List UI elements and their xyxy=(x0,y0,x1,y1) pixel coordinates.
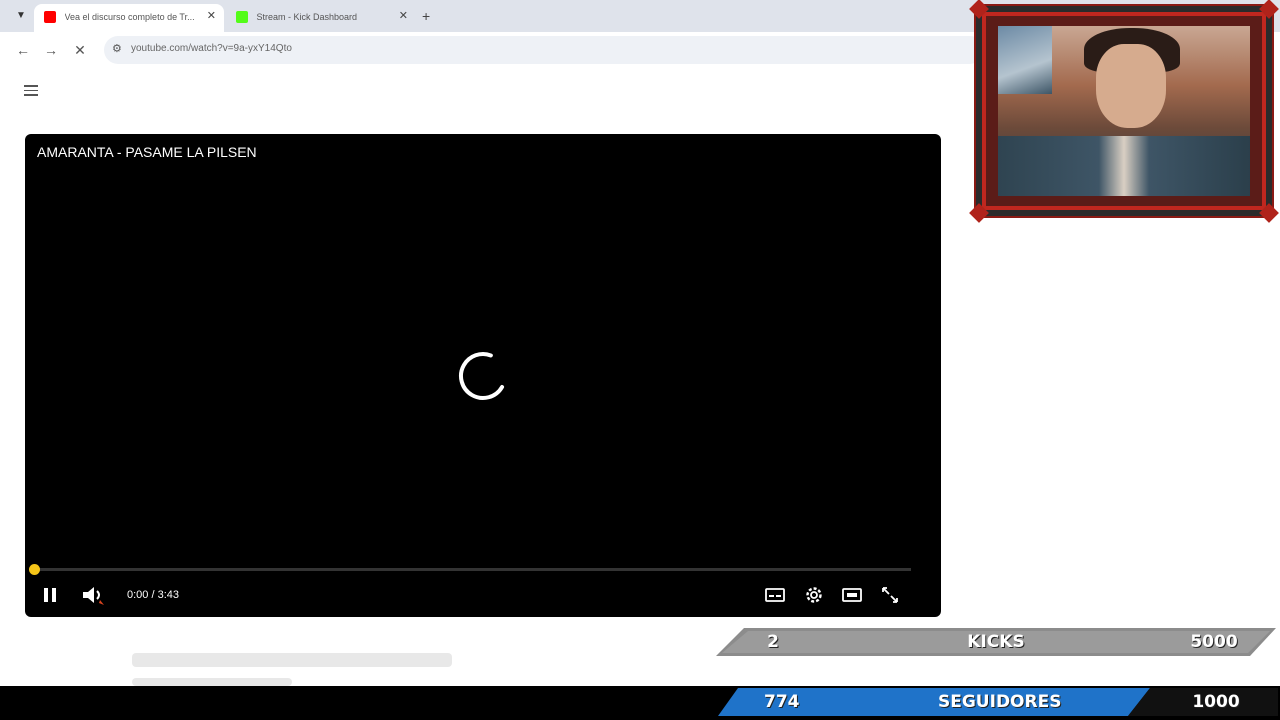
tab-search-chevron-icon[interactable]: ▼ xyxy=(8,6,34,26)
streamer-jacket xyxy=(998,136,1250,196)
fullscreen-icon[interactable] xyxy=(878,583,902,607)
followers-current: 774 xyxy=(764,692,800,712)
webcam-video xyxy=(998,26,1250,196)
time-display: 0:00 / 3:43 xyxy=(127,589,179,601)
progress-scrubber[interactable] xyxy=(29,564,40,575)
kicks-goal-bar: 2 KICKS 5000 xyxy=(716,628,1276,656)
site-settings-icon[interactable]: ⚙ xyxy=(112,42,122,55)
followers-label: SEGUIDORES xyxy=(938,692,1062,712)
streamer-face xyxy=(1096,44,1166,128)
hamburger-menu-icon[interactable] xyxy=(24,82,44,102)
stream-screen: ▼ Vea el discurso completo de Tr... ✕ St… xyxy=(0,0,1280,720)
youtube-favicon-icon xyxy=(44,10,56,23)
webcam-frame xyxy=(969,0,1279,223)
progress-bar[interactable] xyxy=(35,568,911,571)
kicks-target: 5000 xyxy=(1190,632,1238,652)
new-tab-button[interactable]: + xyxy=(422,6,430,26)
wall-poster xyxy=(998,26,1052,94)
kicks-label: KICKS xyxy=(967,632,1025,652)
frame-corner-ornament xyxy=(969,203,989,223)
address-bar[interactable]: ⚙ youtube.com/watch?v=9a-yxY14Qto xyxy=(104,36,984,64)
loading-placeholder xyxy=(132,678,292,686)
back-arrow-icon[interactable]: ← xyxy=(13,40,33,60)
tab-close-icon[interactable]: ✕ xyxy=(207,4,216,28)
tab-title: Stream - Kick Dashboard xyxy=(256,11,358,22)
kick-favicon-icon xyxy=(236,10,248,23)
tab-kick-dashboard[interactable]: Stream - Kick Dashboard ✕ xyxy=(226,4,416,32)
kicks-current: 2 xyxy=(767,632,779,652)
forward-arrow-icon[interactable]: → xyxy=(41,40,61,60)
subtitles-icon[interactable] xyxy=(763,583,787,607)
followers-target: 1000 xyxy=(1192,692,1240,712)
tab-title: Vea el discurso completo de Tr... xyxy=(64,11,195,22)
video-title: AMARANTA - PASAME LA PILSEN xyxy=(37,144,257,160)
settings-icon[interactable] xyxy=(802,583,826,607)
loading-spinner-icon xyxy=(459,352,507,400)
followers-goal-bar: 774 SEGUIDORES 1000 xyxy=(718,688,1278,716)
theater-mode-icon[interactable] xyxy=(840,583,864,607)
stop-loading-icon[interactable]: ✕ xyxy=(70,40,90,60)
volume-icon[interactable] xyxy=(80,583,106,607)
frame-corner-ornament xyxy=(1259,203,1279,223)
pause-icon[interactable] xyxy=(41,583,59,607)
video-player[interactable]: AMARANTA - PASAME LA PILSEN 0:00 / 3:43 xyxy=(25,134,941,617)
tab-youtube[interactable]: Vea el discurso completo de Tr... ✕ xyxy=(34,4,224,32)
loading-placeholder xyxy=(132,653,452,667)
url-text: youtube.com/watch?v=9a-yxY14Qto xyxy=(131,43,292,54)
tab-close-icon[interactable]: ✕ xyxy=(399,4,408,28)
